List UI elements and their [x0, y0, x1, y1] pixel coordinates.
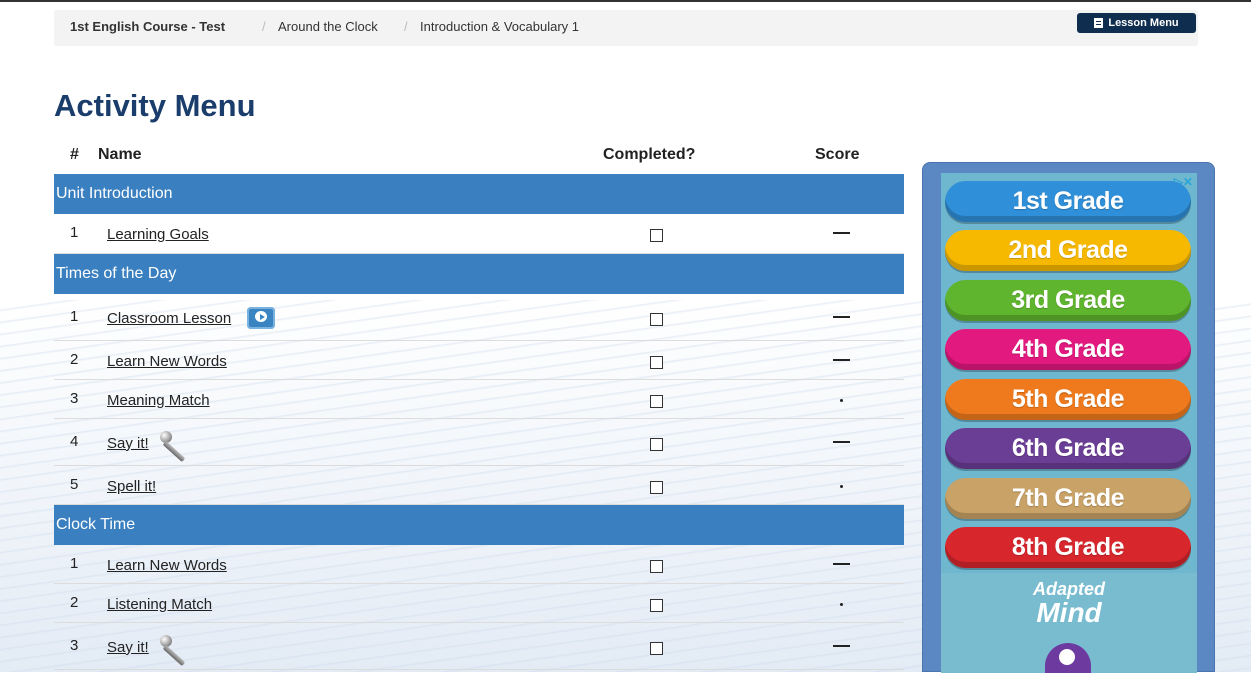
ad-grade-button[interactable]: 5th Grade	[945, 379, 1191, 420]
activity-row: 3 Meaning Match	[54, 380, 904, 419]
header-completed: Completed?	[603, 146, 696, 163]
completed-checkbox	[650, 313, 663, 326]
microphone-icon[interactable]	[159, 430, 191, 463]
breadcrumb-separator: /	[404, 19, 408, 34]
completed-checkbox	[650, 599, 663, 612]
activity-name-cell: Say it!	[107, 634, 191, 667]
video-icon[interactable]	[247, 307, 276, 329]
section-header: Unit Introduction	[54, 174, 904, 214]
advertisement[interactable]: ▷✕ Adapted Mind 1st Grade 2nd Grade 3rd Gr…	[922, 162, 1215, 673]
activity-name-cell: Listening Match	[107, 592, 212, 616]
completed-checkbox	[650, 642, 663, 655]
ad-content[interactable]: ▷✕ Adapted Mind 1st Grade 2nd Grade 3rd Gr…	[941, 173, 1197, 673]
activity-link[interactable]: Say it!	[107, 639, 149, 656]
ad-grade-button[interactable]: 3rd Grade	[945, 280, 1191, 321]
ad-grade-button[interactable]: 7th Grade	[945, 478, 1191, 519]
activity-row: 5 Spell it!	[54, 466, 904, 505]
activity-row: 1 Classroom Lesson	[54, 294, 904, 341]
activity-link[interactable]: Meaning Match	[107, 392, 210, 409]
ad-grade-button[interactable]: 1st Grade	[945, 181, 1191, 222]
activity-row: 1 Learning Goals	[54, 214, 904, 254]
score-dash	[833, 359, 850, 361]
activity-number: 1	[70, 555, 79, 572]
activity-name-cell: Learning Goals	[107, 222, 209, 246]
ad-grade-button[interactable]: 2nd Grade	[945, 230, 1191, 271]
score-dot	[840, 485, 843, 488]
activity-row: 2 Listening Match	[54, 584, 904, 623]
score-dash	[833, 645, 850, 647]
breadcrumb-lesson[interactable]: Introduction & Vocabulary 1	[420, 19, 579, 34]
activity-number: 3	[70, 637, 79, 654]
breadcrumb-unit[interactable]: Around the Clock	[278, 19, 378, 34]
top-border	[0, 0, 1251, 2]
list-icon	[1094, 18, 1104, 28]
monster-mascot-icon	[1045, 643, 1091, 673]
activity-row: 2 Learn New Words	[54, 341, 904, 380]
completed-checkbox	[650, 395, 663, 408]
completed-checkbox	[650, 229, 663, 242]
activity-number: 1	[70, 224, 79, 241]
completed-checkbox	[650, 560, 663, 573]
activity-number: 5	[70, 476, 79, 493]
activity-table: Unit Introduction 1 Learning Goals Times of…	[54, 174, 904, 670]
activity-number: 2	[70, 351, 79, 368]
activity-link[interactable]: Spell it!	[107, 478, 156, 495]
breadcrumb-separator: /	[262, 19, 266, 34]
section-header: Times of the Day	[54, 254, 904, 294]
ad-logo[interactable]: Adapted Mind	[941, 573, 1197, 673]
completed-checkbox	[650, 481, 663, 494]
score-dot	[840, 399, 843, 402]
section-header: Clock Time	[54, 505, 904, 545]
activity-name-cell: Meaning Match	[107, 388, 210, 412]
header-number: #	[70, 146, 79, 163]
lesson-menu-button[interactable]: Lesson Menu	[1077, 13, 1196, 33]
score-dash	[833, 232, 850, 234]
ad-grade-button[interactable]: 6th Grade	[945, 428, 1191, 469]
activity-name-cell: Spell it!	[107, 474, 156, 498]
score-dash	[833, 563, 850, 565]
activity-link[interactable]: Say it!	[107, 435, 149, 452]
header-score: Score	[815, 146, 860, 163]
activity-row: 4 Say it!	[54, 419, 904, 466]
ad-brand-line2: Mind	[1036, 597, 1102, 628]
activity-link[interactable]: Learning Goals	[107, 226, 209, 243]
activity-name-cell: Classroom Lesson	[107, 306, 276, 330]
activity-row: 3 Say it!	[54, 623, 904, 670]
lesson-menu-label: Lesson Menu	[1108, 17, 1179, 29]
activity-row: 1 Learn New Words	[54, 545, 904, 584]
activity-link[interactable]: Learn New Words	[107, 557, 227, 574]
page-title: Activity Menu	[54, 88, 256, 123]
ad-grade-button[interactable]: 4th Grade	[945, 329, 1191, 370]
activity-name-cell: Learn New Words	[107, 349, 227, 373]
score-dot	[840, 603, 843, 606]
activity-link[interactable]: Learn New Words	[107, 353, 227, 370]
activity-link[interactable]: Listening Match	[107, 596, 212, 613]
ad-grade-button[interactable]: 8th Grade	[945, 527, 1191, 568]
activity-number: 3	[70, 390, 79, 407]
activity-number: 1	[70, 308, 79, 325]
completed-checkbox	[650, 438, 663, 451]
activity-number: 2	[70, 594, 79, 611]
breadcrumb-course[interactable]: 1st English Course - Test	[70, 19, 225, 34]
score-dash	[833, 441, 850, 443]
completed-checkbox	[650, 356, 663, 369]
score-dash	[833, 316, 850, 318]
microphone-icon[interactable]	[159, 634, 191, 667]
activity-link[interactable]: Classroom Lesson	[107, 310, 231, 327]
activity-name-cell: Learn New Words	[107, 553, 227, 577]
activity-number: 4	[70, 433, 79, 450]
activity-name-cell: Say it!	[107, 430, 191, 463]
header-name: Name	[98, 146, 142, 163]
breadcrumb	[54, 10, 1198, 46]
